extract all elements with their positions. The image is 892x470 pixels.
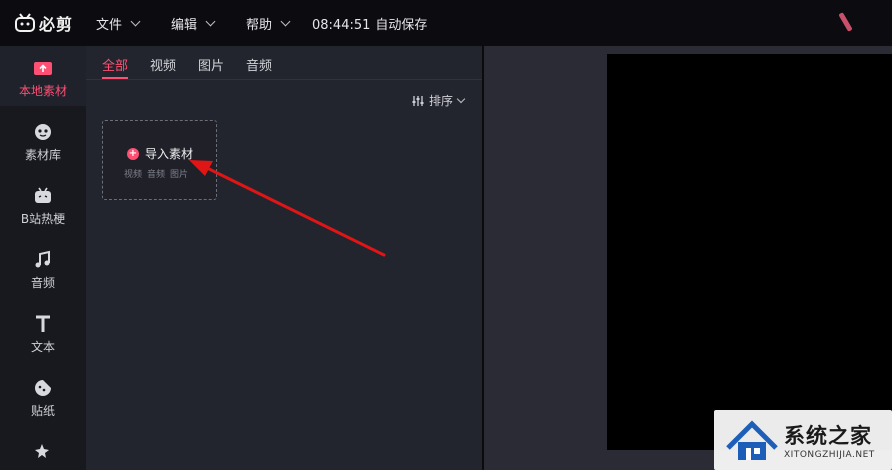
- menu-file[interactable]: 文件: [96, 14, 141, 33]
- import-media-button[interactable]: + 导入素材 视频 音频 图片: [102, 120, 217, 200]
- plus-icon: +: [127, 147, 139, 160]
- bilibili-tv-icon: [35, 187, 51, 203]
- tab-video[interactable]: 视频: [150, 55, 176, 74]
- import-label: 导入素材: [145, 147, 194, 161]
- text-t-icon: [36, 315, 50, 332]
- autosave-label: 自动保存: [375, 18, 428, 33]
- app-name: 必剪: [39, 15, 74, 34]
- import-type-video: 视频: [124, 170, 143, 180]
- sidebar-item-audio[interactable]: 音频: [0, 238, 86, 298]
- watermark-subtitle: XITONGZHIJIA.NET: [784, 450, 875, 460]
- sidebar: 本地素材 素材库 B站热梗 音频 文本 贴纸: [0, 46, 86, 470]
- sidebar-item-effects[interactable]: [0, 430, 86, 470]
- sidebar-item-text[interactable]: 文本: [0, 302, 86, 362]
- menu-help-label: 帮助: [246, 18, 273, 33]
- sticker-icon: [35, 380, 51, 396]
- menu-edit-label: 编辑: [171, 18, 198, 33]
- chevron-down-icon: [456, 94, 466, 103]
- menu-help[interactable]: 帮助: [246, 14, 291, 33]
- tab-all[interactable]: 全部: [102, 55, 128, 74]
- tab-audio[interactable]: 音频: [246, 55, 272, 74]
- sidebar-item-label: 音频: [30, 276, 55, 290]
- top-bar: 必剪 文件 编辑 帮助 08:44:51 自动保存: [0, 0, 892, 46]
- sticker-face-icon: [35, 124, 51, 140]
- menu-edit[interactable]: 编辑: [171, 14, 216, 33]
- active-tab-indicator: [102, 77, 128, 79]
- watermark: 系统之家 XITONGZHIJIA.NET: [714, 410, 892, 470]
- sidebar-item-label: 素材库: [24, 148, 61, 162]
- chevron-down-icon: [280, 16, 291, 27]
- sidebar-item-local-media[interactable]: 本地素材: [0, 46, 86, 106]
- upload-folder-icon: [34, 62, 52, 75]
- media-tabs: 全部 视频 图片 音频: [86, 46, 482, 80]
- menu-file-label: 文件: [96, 18, 123, 33]
- app-logo: 必剪: [14, 11, 73, 35]
- sidebar-item-label: 本地素材: [18, 84, 67, 98]
- chevron-down-icon: [130, 16, 141, 27]
- sidebar-item-library[interactable]: 素材库: [0, 110, 86, 170]
- media-panel: 全部 视频 图片 音频 排序 + 导入素材 视频 音频 图片: [86, 46, 482, 470]
- import-title: + 导入素材: [127, 145, 193, 162]
- watermark-logo-icon: [726, 420, 778, 460]
- tab-image[interactable]: 图片: [198, 55, 224, 74]
- sort-label: 排序: [429, 94, 454, 108]
- watermark-title: 系统之家: [784, 424, 872, 448]
- sidebar-item-label: 文本: [30, 340, 55, 354]
- import-types: 视频 音频 图片: [124, 167, 188, 180]
- brand-slash-icon: [838, 12, 853, 32]
- sliders-icon: [412, 95, 424, 106]
- sidebar-item-stickers[interactable]: 贴纸: [0, 366, 86, 426]
- preview-canvas: [607, 54, 892, 450]
- sort-button[interactable]: 排序: [412, 92, 466, 109]
- sidebar-item-label: 贴纸: [30, 404, 55, 418]
- sidebar-item-bilibili-memes[interactable]: B站热梗: [0, 174, 86, 234]
- star-wand-icon: [35, 444, 49, 458]
- autosave-time: 08:44:51: [312, 18, 371, 33]
- bilibili-logo-icon: [15, 13, 35, 32]
- autosave-status: 08:44:51 自动保存: [312, 14, 432, 33]
- sidebar-item-label: B站热梗: [20, 212, 66, 226]
- chevron-down-icon: [205, 16, 216, 27]
- music-note-icon: [35, 250, 50, 268]
- import-type-image: 图片: [170, 170, 189, 180]
- import-type-audio: 音频: [147, 170, 166, 180]
